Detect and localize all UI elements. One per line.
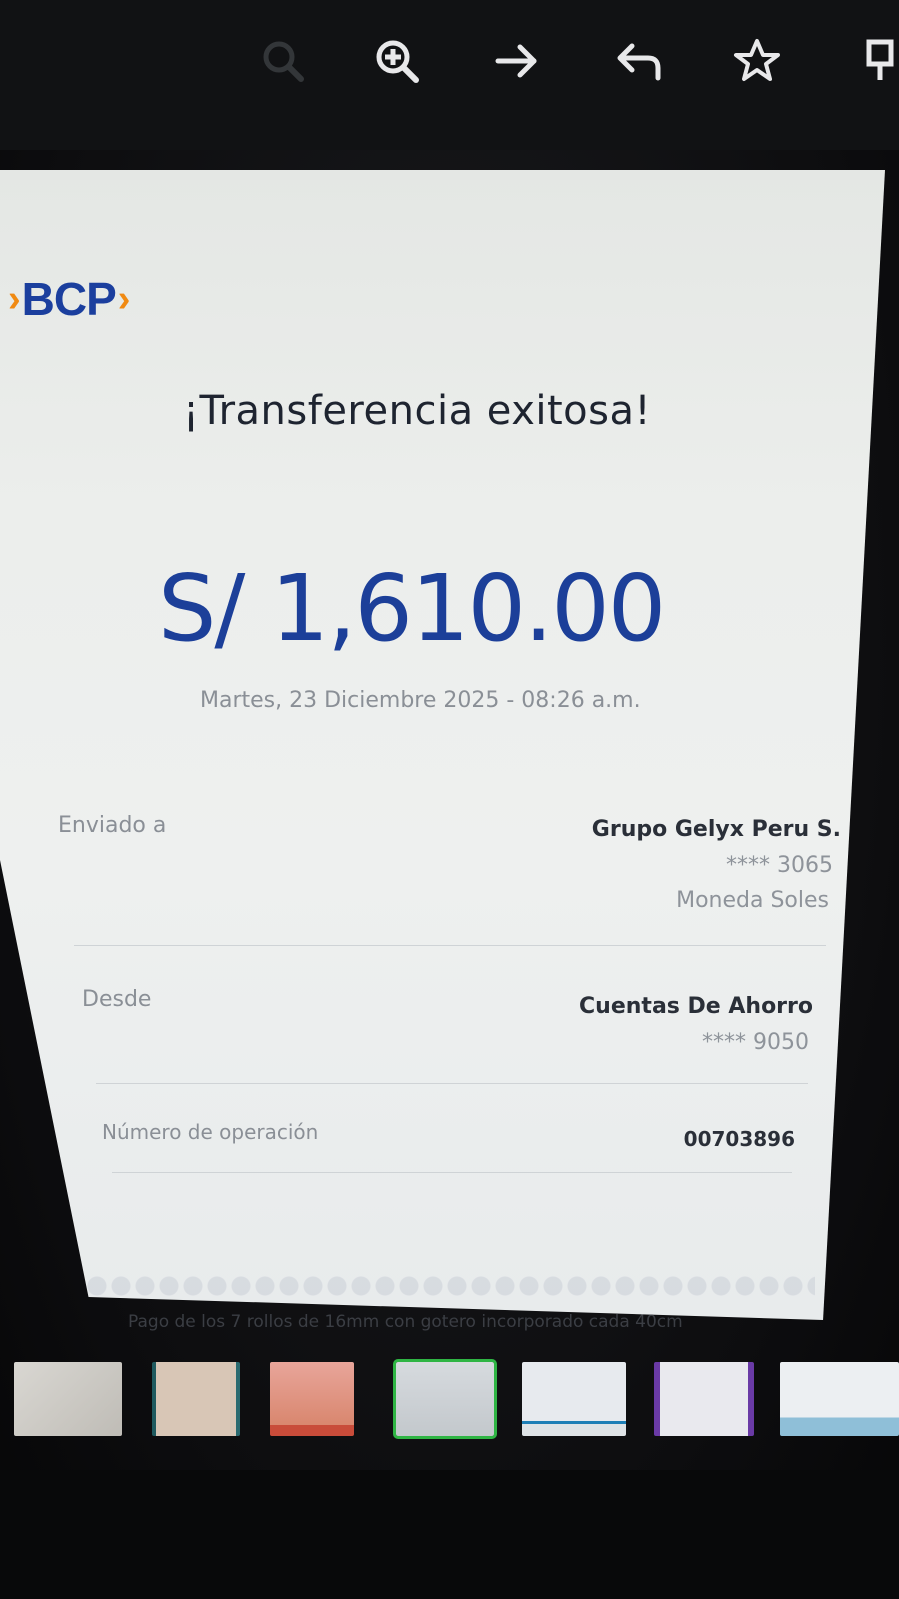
image-caption: Pago de los 7 rollos de 16mm con gotero … [128,1312,683,1332]
thumbnail[interactable] [780,1362,899,1436]
thumbnail[interactable] [270,1362,354,1436]
reply-icon[interactable] [612,34,666,88]
divider [96,1083,808,1084]
recipient-currency: Moneda Soles [676,888,829,913]
thumbnail[interactable] [152,1362,240,1436]
bcp-logo: › BCP › [8,272,131,326]
receipt-scalloped-edge [85,1268,815,1298]
recipient-account: **** 3065 [726,853,833,878]
transfer-amount: S/ 1,610.00 [158,555,666,662]
divider [74,945,826,946]
from-label: Desde [82,987,152,1012]
search-icon[interactable] [256,34,310,88]
monitor-screen: › BCP › ¡Transferencia exitosa! S/ 1,610… [0,0,899,1599]
source-account-number: **** 9050 [702,1030,809,1055]
viewer-toolbar [0,0,899,150]
logo-right-chevron-icon: › [117,277,131,320]
thumbnail[interactable] [522,1362,626,1436]
star-icon[interactable] [730,34,784,88]
pin-icon[interactable] [855,34,899,88]
source-account-name: Cuentas De Ahorro [579,994,813,1019]
bottom-bezel [0,1470,899,1599]
logo-text: BCP [21,273,117,325]
logo-left-chevron-icon: › [8,277,21,320]
zoom-in-icon[interactable] [370,34,424,88]
receipt-title: ¡Transferencia exitosa! [183,388,652,434]
thumbnail-selected[interactable] [393,1359,497,1439]
operation-number: 00703896 [683,1127,795,1151]
divider [112,1172,792,1173]
forward-arrow-icon[interactable] [490,34,544,88]
sent-to-label: Enviado a [58,813,167,838]
transfer-datetime: Martes, 23 Diciembre 2025 - 08:26 a.m. [200,688,641,713]
thumbnail[interactable] [654,1362,754,1436]
operation-number-label: Número de operación [102,1120,319,1144]
thumbnail[interactable] [14,1362,122,1436]
recipient-name: Grupo Gelyx Peru S. [591,817,841,842]
